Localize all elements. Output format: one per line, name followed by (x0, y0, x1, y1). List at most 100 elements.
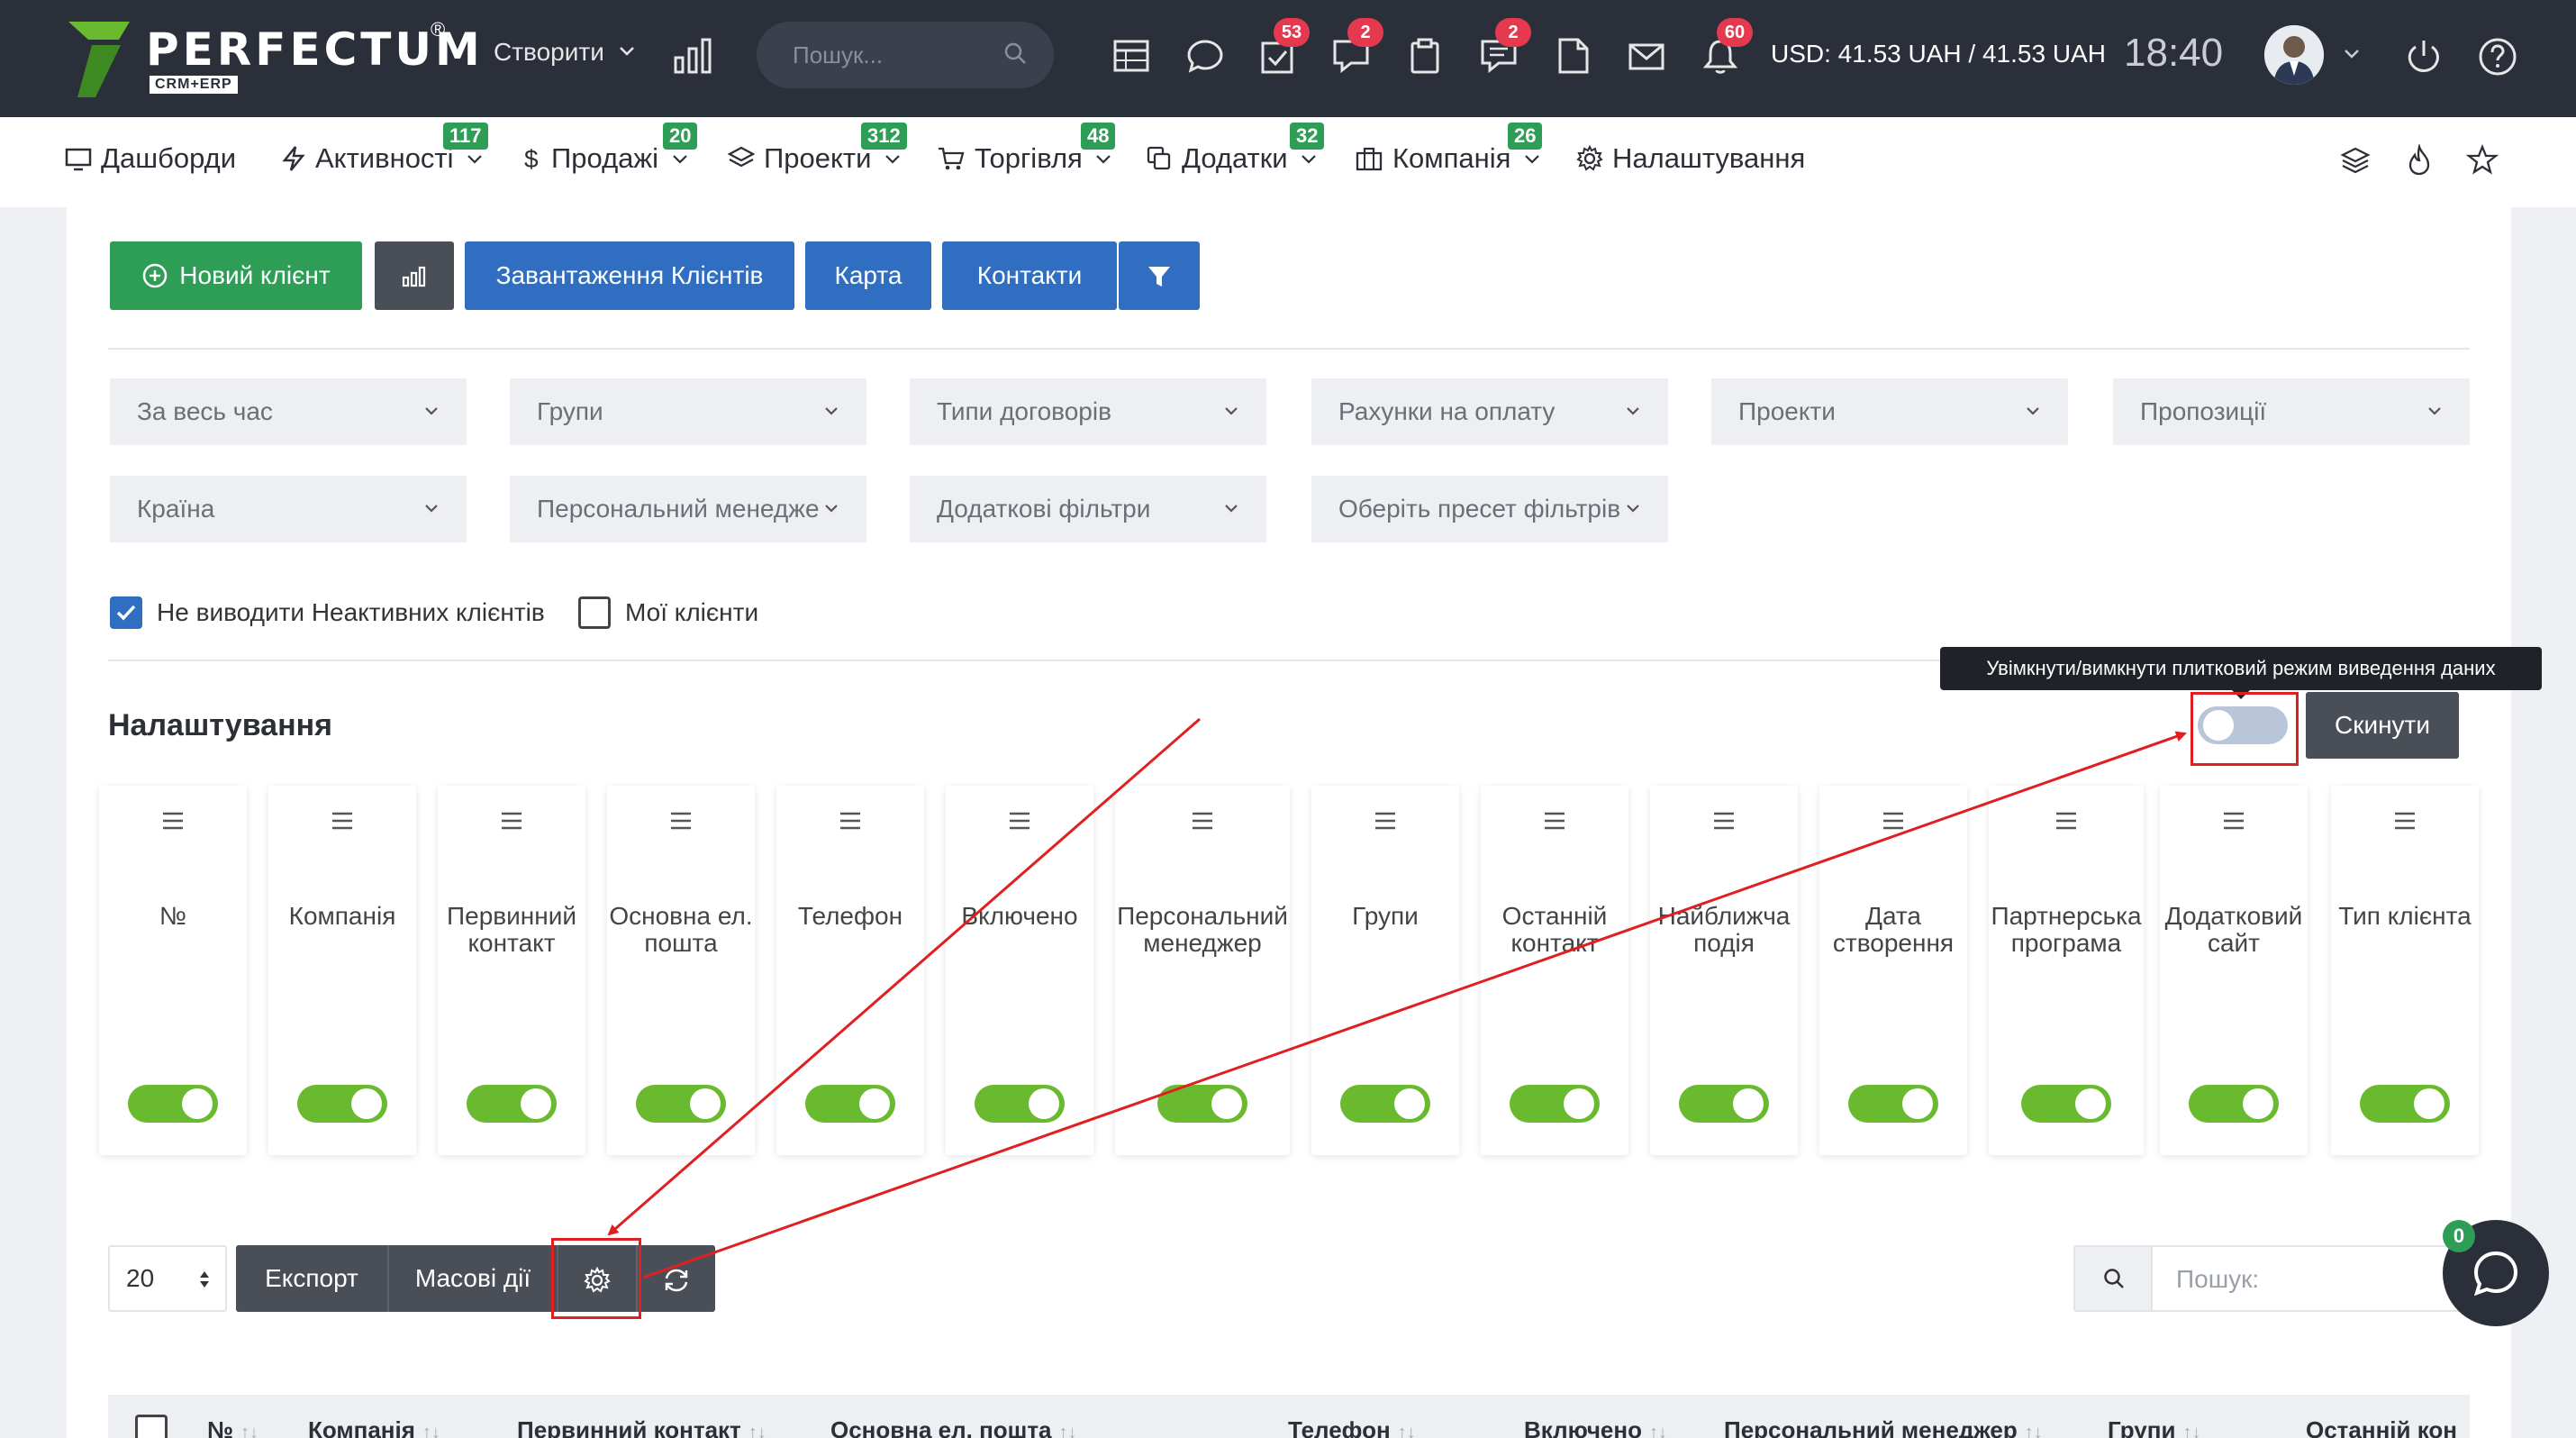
nav-item-company[interactable]: Компанія 26 (1355, 123, 1549, 175)
perfectum-logo[interactable]: PERFECTUM ® CRM+ERP (65, 18, 480, 101)
global-search-input[interactable]: Пошук... (757, 22, 1054, 88)
column-setting-card[interactable]: Групи (1311, 786, 1459, 1155)
column-visibility-toggle[interactable] (2021, 1085, 2111, 1123)
drag-handle-icon[interactable] (2393, 811, 2417, 831)
table-column-header[interactable]: Телефон ↑↓ (1288, 1416, 1416, 1438)
table-column-header[interactable]: Компанія ↑↓ (308, 1416, 440, 1438)
export-button[interactable]: Експорт (236, 1245, 387, 1312)
column-setting-card[interactable]: Тип клієнта (2331, 786, 2479, 1155)
column-setting-card[interactable]: Останній контакт (1481, 786, 1628, 1155)
drag-handle-icon[interactable] (2054, 811, 2078, 831)
drag-handle-icon[interactable] (500, 811, 523, 831)
table-column-header[interactable]: Останній кон (2306, 1416, 2457, 1438)
map-button[interactable]: Карта (805, 241, 931, 310)
mail-icon[interactable] (1627, 36, 1666, 76)
column-setting-card[interactable]: Додатковий сайт (2160, 786, 2308, 1155)
contract-types-filter[interactable]: Типи договорів (910, 378, 1266, 445)
nav-item-sales[interactable]: $ Продажі 20 (522, 123, 698, 175)
column-visibility-toggle[interactable] (1679, 1085, 1769, 1123)
column-visibility-toggle[interactable] (1340, 1085, 1430, 1123)
table-column-header[interactable]: Включено ↑↓ (1524, 1416, 1667, 1438)
clipboard-icon[interactable] (1405, 36, 1445, 76)
drag-handle-icon[interactable] (1008, 811, 1031, 831)
notes-icon[interactable]: 2 (1479, 18, 1531, 76)
drag-handle-icon[interactable] (1191, 811, 1214, 831)
drag-handle-icon[interactable] (669, 811, 693, 831)
discussions-icon[interactable]: 2 (1331, 18, 1383, 76)
column-visibility-toggle[interactable] (2360, 1085, 2450, 1123)
new-client-button[interactable]: Новий клієнт (110, 241, 362, 310)
column-visibility-toggle[interactable] (975, 1085, 1065, 1123)
column-setting-card[interactable]: Найближча подія (1650, 786, 1798, 1155)
power-icon[interactable] (2403, 36, 2444, 77)
refresh-button[interactable] (638, 1245, 715, 1312)
star-icon[interactable] (2466, 144, 2499, 177)
column-setting-card[interactable]: Персональний менеджер (1115, 786, 1290, 1155)
user-menu-chevron-icon[interactable] (2344, 49, 2360, 59)
select-all-checkbox[interactable] (135, 1415, 168, 1438)
proposals-filter[interactable]: Пропозиції (2113, 378, 2470, 445)
column-setting-card[interactable]: Первинний контакт (438, 786, 585, 1155)
document-icon[interactable] (1553, 36, 1592, 76)
drag-handle-icon[interactable] (331, 811, 354, 831)
column-visibility-toggle[interactable] (1510, 1085, 1600, 1123)
column-visibility-toggle[interactable] (297, 1085, 387, 1123)
invoices-filter[interactable]: Рахунки на оплату (1311, 378, 1668, 445)
calendar-icon[interactable] (1111, 36, 1151, 76)
nav-item-projects[interactable]: Проекти 312 (727, 123, 910, 175)
drag-handle-icon[interactable] (2222, 811, 2245, 831)
table-column-header[interactable]: Основна ел. пошта ↑↓ (830, 1416, 1077, 1438)
column-visibility-toggle[interactable] (805, 1085, 895, 1123)
statistics-button[interactable] (375, 241, 454, 310)
statistics-icon[interactable] (674, 38, 712, 78)
column-setting-card[interactable]: Телефон (776, 786, 924, 1155)
page-size-select[interactable]: 20 (108, 1245, 227, 1312)
create-menu[interactable]: Створити (494, 38, 635, 67)
projects-filter[interactable]: Проекти (1711, 378, 2068, 445)
column-setting-card[interactable]: Компанія (268, 786, 416, 1155)
additional-filters[interactable]: Додаткові фільтри (910, 476, 1266, 542)
drag-handle-icon[interactable] (1374, 811, 1397, 831)
filter-preset-select[interactable]: Оберіть пресет фільтрів (1311, 476, 1668, 542)
drag-handle-icon[interactable] (1543, 811, 1566, 831)
table-column-header[interactable]: № ↑↓ (207, 1416, 259, 1438)
column-visibility-toggle[interactable] (128, 1085, 218, 1123)
contacts-button[interactable]: Контакти (942, 241, 1117, 310)
column-visibility-toggle[interactable] (467, 1085, 557, 1123)
fire-icon[interactable] (2405, 144, 2434, 177)
table-search[interactable]: Пошук: (2073, 1245, 2470, 1312)
column-setting-card[interactable]: Основна ел. пошта (607, 786, 755, 1155)
column-visibility-toggle[interactable] (2189, 1085, 2279, 1123)
column-visibility-toggle[interactable] (1157, 1085, 1247, 1123)
reset-button[interactable]: Скинути (2306, 692, 2459, 759)
user-avatar[interactable] (2264, 25, 2324, 85)
nav-item-addons[interactable]: Додатки 32 (1146, 123, 1326, 175)
chat-bubble-icon[interactable] (1185, 36, 1225, 76)
column-setting-card[interactable]: Партнерська програма (1989, 786, 2144, 1155)
table-column-header[interactable]: Персональний менеджер ↑↓ (1724, 1416, 2043, 1438)
column-setting-card[interactable]: № (99, 786, 247, 1155)
notifications-bell-icon[interactable]: 60 (1701, 18, 1753, 76)
column-visibility-toggle[interactable] (1848, 1085, 1938, 1123)
upload-clients-button[interactable]: Завантаження Клієнтів (465, 241, 794, 310)
table-column-header[interactable]: Первинний контакт ↑↓ (517, 1416, 766, 1438)
column-visibility-toggle[interactable] (636, 1085, 726, 1123)
my-clients-checkbox[interactable] (578, 596, 611, 629)
table-column-header[interactable]: Групи ↑↓ (2108, 1416, 2200, 1438)
hide-inactive-checkbox[interactable] (110, 596, 142, 629)
layers-icon[interactable] (2340, 146, 2371, 177)
drag-handle-icon[interactable] (161, 811, 185, 831)
mass-actions-button[interactable]: Масові дії (389, 1245, 557, 1312)
drag-handle-icon[interactable] (1712, 811, 1736, 831)
column-setting-card[interactable]: Дата створення (1819, 786, 1967, 1155)
period-filter[interactable]: За весь час (110, 378, 467, 445)
nav-item-activities[interactable]: Активності 117 (281, 123, 492, 175)
nav-item-dashboards[interactable]: Дашборди (65, 142, 236, 175)
help-icon[interactable] (2477, 36, 2518, 77)
drag-handle-icon[interactable] (839, 811, 862, 831)
country-filter[interactable]: Країна (110, 476, 467, 542)
drag-handle-icon[interactable] (1882, 811, 1905, 831)
nav-item-trade[interactable]: Торгівля 48 (937, 123, 1120, 175)
filter-button[interactable] (1119, 241, 1200, 310)
groups-filter[interactable]: Групи (510, 378, 866, 445)
